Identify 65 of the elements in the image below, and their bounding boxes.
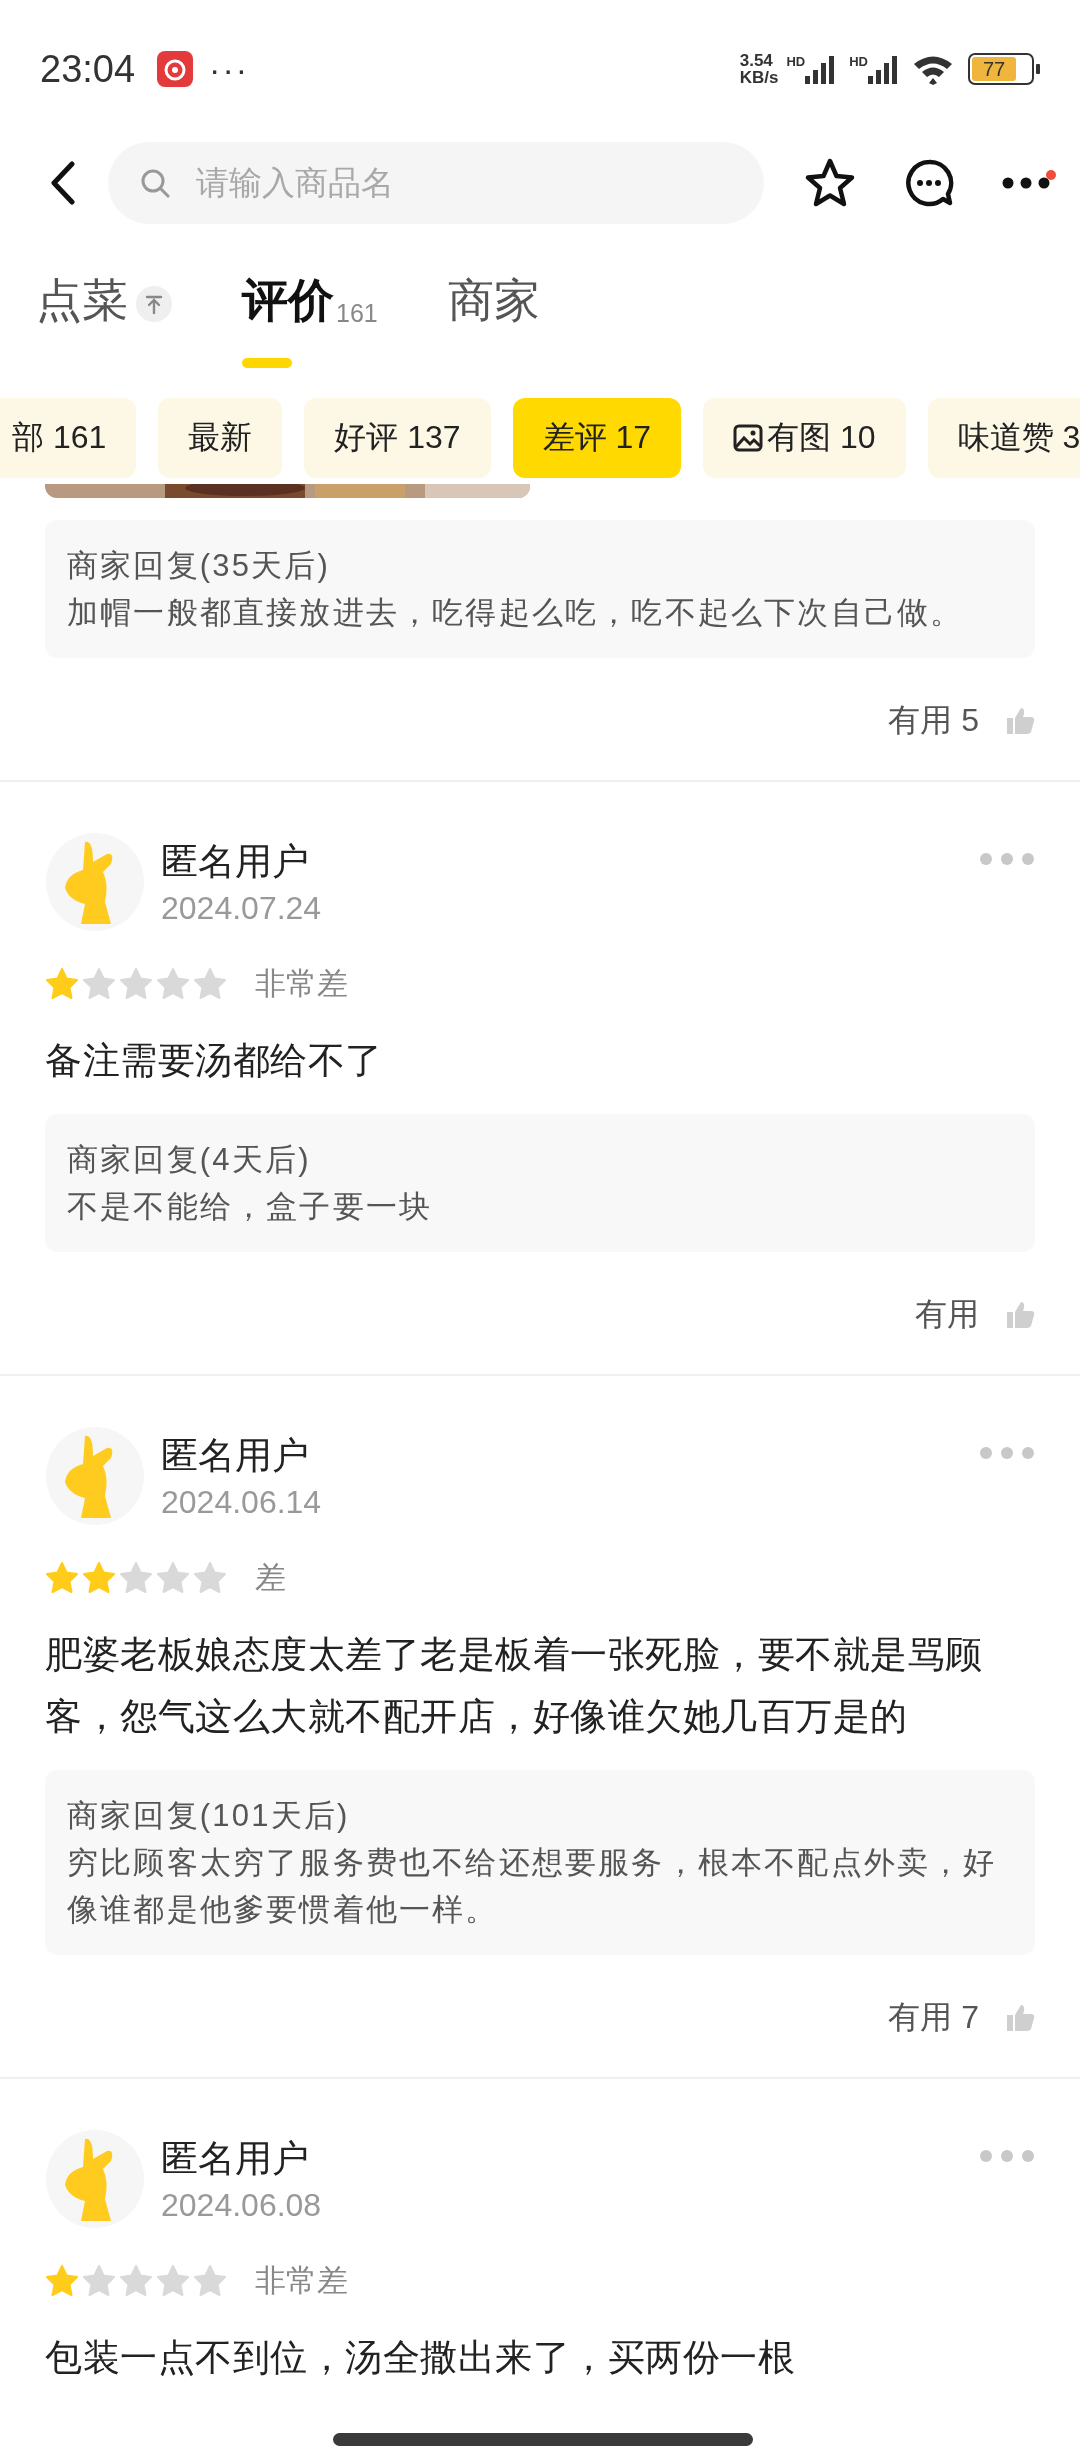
network-speed: 3.54 <box>739 52 774 69</box>
clock-time: 23:04 <box>40 47 136 91</box>
star-icon <box>82 967 116 1001</box>
network-type: HD <box>786 54 806 69</box>
thumbs-up-icon[interactable] <box>1005 706 1035 736</box>
search-icon <box>140 168 170 198</box>
reply-title: 商家回复(4天后) <box>67 1141 312 1179</box>
reply-text: 加帽一般都直接放进去，吃得起么吃，吃不起么下次自己做。 <box>67 594 965 632</box>
reply-text: 穷比顾客太穷了服务费也不给还想要服务，根本不配点外卖，好像谁都是他爹要惯着他一样。 <box>67 1844 998 1929</box>
filter-chip[interactable]: 好评 137 <box>304 398 491 478</box>
speed-unit: KB/s <box>739 69 779 86</box>
tab[interactable]: 商家 <box>447 268 540 368</box>
star-icon <box>193 967 227 1001</box>
star-outline-icon[interactable] <box>804 158 856 208</box>
user-name: 匿名用户 <box>161 840 310 884</box>
image-icon <box>733 423 764 453</box>
helpful-button[interactable]: 有用 5 <box>888 699 979 743</box>
star-icon <box>193 2264 227 2298</box>
star-icon <box>82 2264 116 2298</box>
star-icon <box>45 967 79 1001</box>
reply-title: 商家回复(101天后) <box>67 1797 351 1835</box>
filter-chip[interactable]: 味道赞 3 <box>927 398 1080 478</box>
star-icon <box>45 1561 79 1595</box>
star-icon <box>45 2264 79 2298</box>
reply-text: 不是不能给，盒子要一块 <box>67 1188 434 1226</box>
review-text: 包装一点不到位，汤全撒出来了，买两份一根 <box>45 2336 796 2380</box>
star-icon <box>156 2264 190 2298</box>
more-notifications: ··· <box>209 49 250 89</box>
review-date: 2024.06.14 <box>161 1483 323 1522</box>
filter-chip[interactable]: 有图 10 <box>703 398 906 478</box>
thumbs-up-icon[interactable] <box>1005 2003 1035 2033</box>
star-icon <box>193 1561 227 1595</box>
reply-title: 商家回复(35天后) <box>67 547 332 585</box>
filter-chip[interactable]: 部 161 <box>0 398 137 478</box>
review-text: 肥婆老板娘态度太差了老是板着一张死脸，要不就是骂顾客，怨气这么大就不配开店，好像谁欠她几百万是的 <box>45 1633 984 1739</box>
star-icon <box>119 2264 153 2298</box>
rating-label: 差 <box>255 1559 286 1597</box>
review-date: 2024.07.24 <box>161 889 323 928</box>
helpful-button[interactable]: 有用 <box>915 1293 979 1337</box>
review-date: 2024.06.08 <box>161 2186 323 2225</box>
pin-top-icon <box>136 286 172 322</box>
star-icon <box>119 967 153 1001</box>
rating-label: 非常差 <box>255 965 348 1003</box>
tab[interactable]: 点菜 <box>36 268 172 368</box>
star-icon <box>156 967 190 1001</box>
star-icon <box>82 1561 116 1595</box>
search-field[interactable]: 请输入商品名 <box>108 142 764 224</box>
user-name: 匿名用户 <box>161 2137 310 2181</box>
app-logo-icon <box>157 51 194 87</box>
network-type: HD <box>849 54 868 69</box>
user-name: 匿名用户 <box>161 1434 310 1478</box>
chat-icon[interactable] <box>904 158 954 208</box>
home-indicator[interactable] <box>333 2433 753 2446</box>
battery-level: 77 <box>972 57 1016 81</box>
star-icon <box>119 1561 153 1595</box>
notification-dot-icon <box>1046 170 1056 180</box>
review-text: 备注需要汤都给不了 <box>45 1039 384 1083</box>
rating-label: 非常差 <box>255 2262 348 2300</box>
more-icon[interactable] <box>1002 176 1050 190</box>
filter-chip[interactable]: 差评 17 <box>512 398 682 478</box>
star-icon <box>156 1561 190 1595</box>
back-icon[interactable] <box>50 161 76 205</box>
filter-chip[interactable]: 最新 <box>158 398 283 478</box>
thumbs-up-icon[interactable] <box>1005 1300 1035 1330</box>
helpful-button[interactable]: 有用 7 <box>888 1996 979 2040</box>
